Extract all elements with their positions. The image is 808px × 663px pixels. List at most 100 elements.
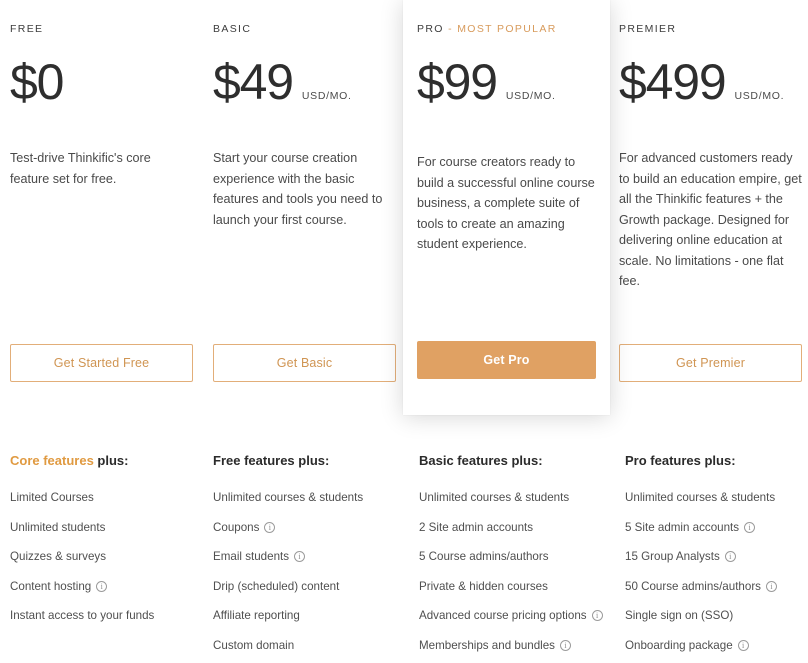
feature-label: Email students <box>213 550 290 563</box>
feature-list-item: 15 Group Analysts <box>625 549 808 564</box>
plan-card-free: FREE $0 Test-drive Thinkific's core feat… <box>0 0 203 424</box>
feature-list-item: Limited Courses <box>10 490 193 505</box>
feature-column-free: Core features plus: Limited Courses Unlim… <box>0 424 203 638</box>
feature-label: 5 Course admins/authors <box>419 550 549 563</box>
plan-description: For advanced customers ready to build an… <box>619 151 802 288</box>
plan-card-premier: PREMIER $499 USD/MO. For advanced custom… <box>609 0 808 424</box>
feature-column-basic: Free features plus: Unlimited courses & … <box>203 424 406 663</box>
feature-list: Limited Courses Unlimited students Quizzes… <box>10 490 193 623</box>
plan-price-row: $49 USD/MO. <box>213 54 396 110</box>
feature-label: Unlimited courses & students <box>419 491 570 504</box>
info-icon[interactable] <box>737 639 749 651</box>
feature-column-heading: Free features plus: <box>213 452 396 470</box>
plan-description: Test-drive Thinkific's core feature set … <box>10 151 151 186</box>
feature-label: Single sign on (SSO) <box>625 609 734 622</box>
get-started-free-button[interactable]: Get Started Free <box>10 344 193 382</box>
pricing-plans-row: FREE $0 Test-drive Thinkific's core feat… <box>0 0 808 424</box>
plan-name-label: PREMIER <box>619 23 677 35</box>
plan-name-label: BASIC <box>213 23 252 35</box>
feature-list-item: Quizzes & surveys <box>10 549 193 564</box>
plan-price-row: $0 <box>10 54 193 110</box>
plan-description: Start your course creation experience wi… <box>213 151 383 227</box>
plan-price-unit: USD/MO. <box>301 90 352 102</box>
feature-list-item: Affiliate reporting <box>213 608 396 623</box>
plan-price-unit: USD/MO. <box>505 90 556 102</box>
feature-list-item: Single sign on (SSO) <box>625 608 808 623</box>
feature-label: 5 Site admin accounts <box>625 520 740 534</box>
feature-label: Unlimited courses & students <box>625 491 776 504</box>
feature-list-item: Unlimited courses & students <box>419 490 602 505</box>
feature-column-premier: Pro features plus: Unlimited courses & s… <box>615 424 808 663</box>
plan-name-pro: PRO - MOST POPULAR <box>417 22 596 36</box>
feature-list-item: Email students <box>213 549 396 564</box>
feature-label: Unlimited students <box>10 520 106 534</box>
plan-price: $499 <box>619 54 727 110</box>
feature-list-item: Custom domain <box>213 638 396 653</box>
feature-list-item: 5 Course admins/authors <box>419 549 602 564</box>
info-icon[interactable] <box>724 551 736 562</box>
feature-label: Memberships and bundles <box>419 638 555 652</box>
plan-card-basic: BASIC $49 USD/MO. Start your course crea… <box>203 0 406 424</box>
info-icon[interactable] <box>744 521 756 533</box>
feature-column-heading: Basic features plus: <box>419 452 602 470</box>
feature-list-item: Content hosting <box>10 579 193 594</box>
feature-list-item: Unlimited courses & students <box>625 490 808 505</box>
info-icon[interactable] <box>294 551 306 562</box>
feature-label: Private & hidden courses <box>419 579 548 593</box>
feature-label: Coupons <box>213 520 260 534</box>
most-popular-badge: - MOST POPULAR <box>448 23 557 35</box>
feature-label: 2 Site admin accounts <box>419 520 534 534</box>
feature-list-item: Drip (scheduled) content <box>213 579 396 594</box>
feature-list-item: Instant access to your funds <box>10 608 193 623</box>
feature-label: 50 Course admins/authors <box>625 579 761 593</box>
feature-label: Quizzes & surveys <box>10 550 106 563</box>
feature-list-item: Unlimited courses & students <box>213 490 396 505</box>
plan-price: $99 <box>417 54 498 110</box>
feature-heading-rest: Basic features plus: <box>419 453 543 468</box>
feature-column-pro: Basic features plus: Unlimited courses &… <box>409 424 612 663</box>
feature-column-heading: Core features plus: <box>10 452 193 470</box>
feature-list-item: Onboarding package <box>625 638 808 653</box>
feature-column-heading: Pro features plus: <box>625 452 808 470</box>
feature-label: Unlimited courses & students <box>213 491 364 504</box>
feature-label: Affiliate reporting <box>213 609 300 622</box>
info-icon[interactable] <box>591 610 603 621</box>
feature-label: Advanced course pricing options <box>419 609 587 622</box>
plan-name-premier: PREMIER <box>619 22 802 36</box>
plan-description: For course creators ready to build a suc… <box>417 155 595 251</box>
plan-price-row: $499 USD/MO. <box>619 54 802 110</box>
feature-list: Unlimited courses & students 2 Site admin… <box>419 490 603 653</box>
feature-list-item: Unlimited students <box>10 520 193 535</box>
feature-list-item: 5 Site admin accounts <box>625 520 808 535</box>
feature-comparison-row: Core features plus: Limited Courses Unlim… <box>0 424 808 663</box>
plan-price-row: $99 USD/MO. <box>417 54 596 110</box>
feature-heading-rest: Free features plus: <box>213 453 330 468</box>
get-basic-button[interactable]: Get Basic <box>213 344 396 382</box>
feature-list-item: Memberships and bundles <box>419 638 602 653</box>
feature-heading-accent: Core features <box>10 453 94 468</box>
info-icon[interactable] <box>765 580 777 592</box>
info-icon[interactable] <box>96 580 108 592</box>
feature-label: Instant access to your funds <box>10 609 155 622</box>
feature-label: Onboarding package <box>625 638 733 652</box>
feature-list-item: Private & hidden courses <box>419 579 602 594</box>
feature-list: Unlimited courses & students Coupons Email… <box>213 490 396 653</box>
info-icon[interactable] <box>559 639 571 651</box>
plan-name-basic: BASIC <box>213 22 396 36</box>
feature-list: Unlimited courses & students 5 Site admin… <box>625 490 808 653</box>
plan-name-label: PRO <box>417 23 444 35</box>
feature-list-item: Advanced course pricing options <box>419 608 603 623</box>
feature-label: Content hosting <box>10 579 92 593</box>
feature-heading-rest: Pro features plus: <box>625 453 736 468</box>
get-premier-button[interactable]: Get Premier <box>619 344 802 382</box>
plan-card-pro: PRO - MOST POPULAR $99 USD/MO. For cours… <box>403 0 610 415</box>
plan-price: $49 <box>213 54 294 110</box>
feature-label: 15 Group Analysts <box>625 550 720 563</box>
feature-list-item: 50 Course admins/authors <box>625 579 808 594</box>
plan-price-unit: USD/MO. <box>734 90 785 102</box>
info-icon[interactable] <box>264 521 276 533</box>
feature-list-item: 2 Site admin accounts <box>419 520 602 535</box>
feature-list-item: Coupons <box>213 520 396 535</box>
get-pro-button[interactable]: Get Pro <box>417 341 596 379</box>
plan-name-free: FREE <box>10 22 193 36</box>
